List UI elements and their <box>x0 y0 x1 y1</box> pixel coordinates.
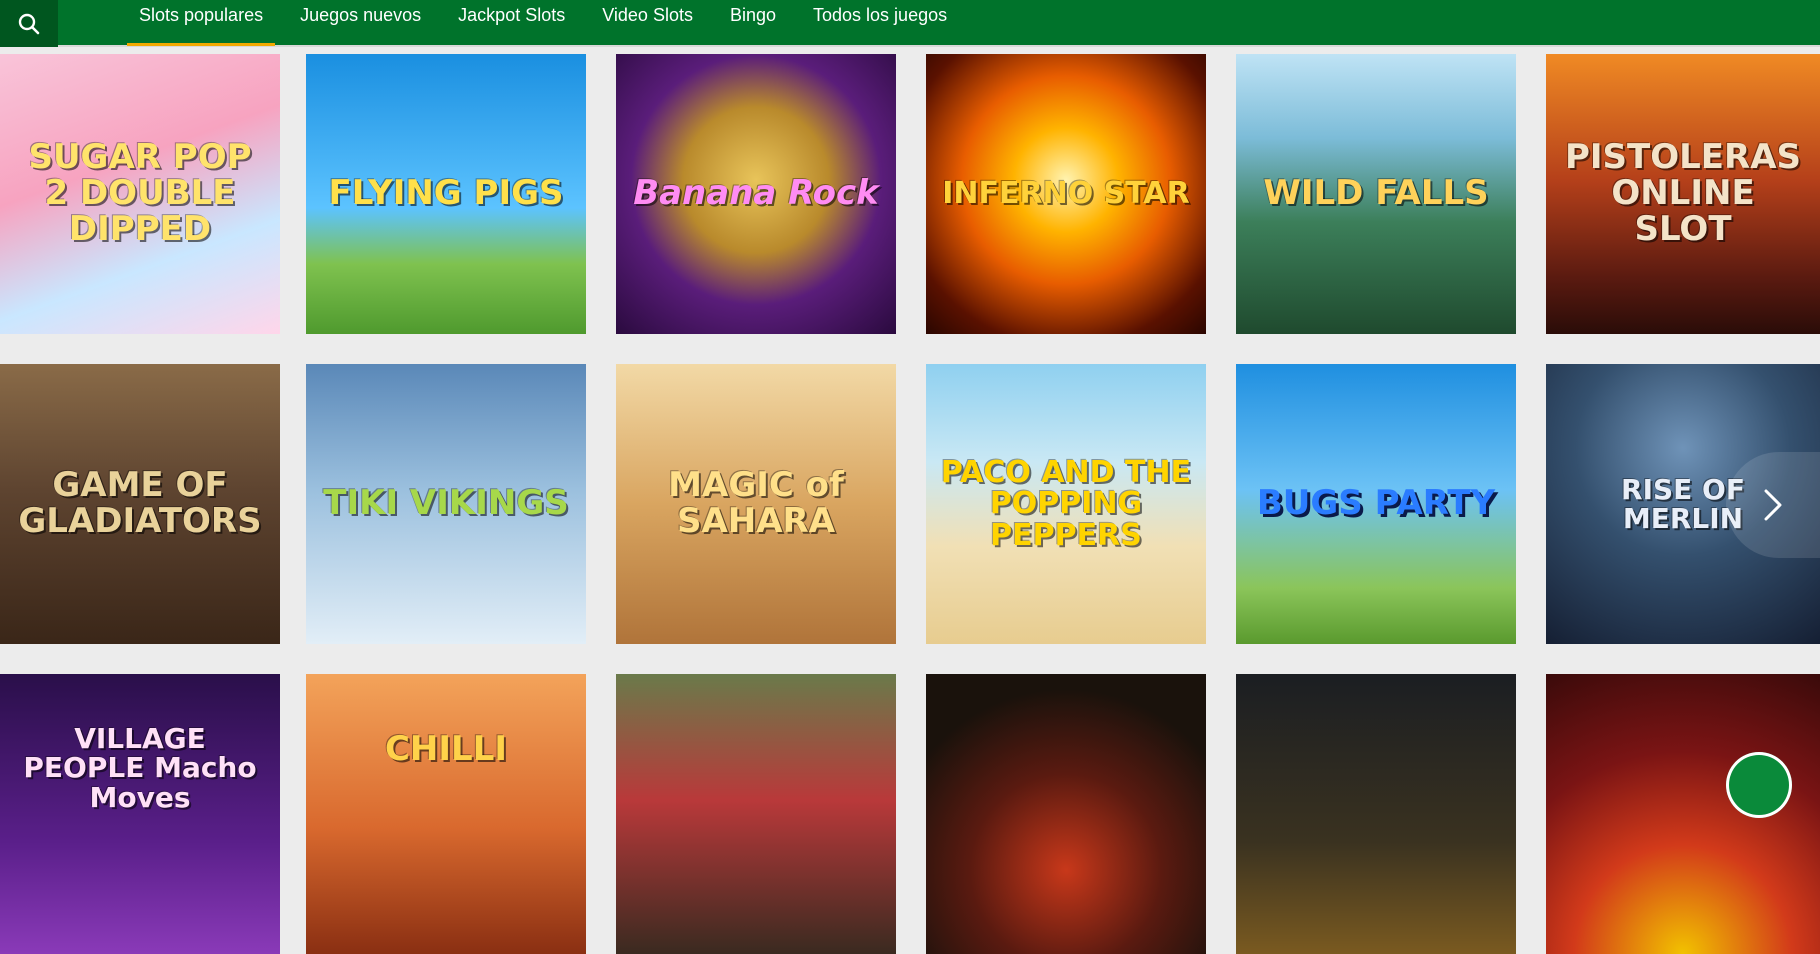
game-tile-luchador[interactable] <box>616 674 896 954</box>
game-title: FLYING PIGS <box>328 173 564 214</box>
tab-video-slots[interactable]: Video Slots <box>602 0 693 47</box>
search-icon <box>18 13 40 34</box>
game-tile-wheel[interactable] <box>1546 674 1820 954</box>
tab-slots-populares[interactable]: Slots populares <box>126 0 276 47</box>
game-tile-pharaoh[interactable] <box>1236 674 1516 954</box>
game-tile-wild-falls[interactable]: WILD FALLS <box>1236 54 1516 334</box>
game-title: SUGAR POP 2 DOUBLE DIPPED <box>28 137 252 249</box>
game-title: VILLAGE PEOPLE Macho Moves <box>23 722 257 814</box>
game-title: Banana Rock <box>633 173 879 214</box>
game-title: CHILLI <box>384 729 508 769</box>
game-title: TIKI VIKINGS <box>323 483 569 524</box>
game-title: GAME OF GLADIATORS <box>18 465 262 541</box>
game-tile-bugs-party[interactable]: BUGS PARTY <box>1236 364 1516 644</box>
chat-button[interactable] <box>1726 752 1792 818</box>
search-button[interactable] <box>0 0 58 47</box>
game-tile-game-of-gladiators[interactable]: GAME OF GLADIATORS <box>0 364 280 644</box>
tab-juegos-nuevos[interactable]: Juegos nuevos <box>300 0 421 47</box>
game-tile-banana-rock[interactable]: Banana Rock <box>616 54 896 334</box>
chevron-right-icon <box>1764 489 1782 521</box>
game-tile-magic-of-sahara[interactable]: MAGIC of SAHARA <box>616 364 896 644</box>
game-title: WILD FALLS <box>1263 173 1489 214</box>
game-tile-fire-pepper[interactable] <box>926 674 1206 954</box>
top-navigation-bar: Slots populares Juegos nuevos Jackpot Sl… <box>0 0 1820 47</box>
game-title: INFERNO STAR <box>942 176 1190 212</box>
game-tile-flying-pigs[interactable]: FLYING PIGS <box>306 54 586 334</box>
tab-bingo[interactable]: Bingo <box>730 0 776 47</box>
game-title: MAGIC of SAHARA <box>668 465 844 541</box>
game-tile-tiki-vikings[interactable]: TIKI VIKINGS <box>306 364 586 644</box>
game-tile-chilli[interactable]: CHILLI <box>306 674 586 954</box>
game-tile-inferno-star[interactable]: INFERNO STAR <box>926 54 1206 334</box>
game-tile-village-people[interactable]: VILLAGE PEOPLE Macho Moves <box>0 674 280 954</box>
game-title: PACO AND THE POPPING PEPPERS <box>940 454 1192 553</box>
game-tile-paco-popping-peppers[interactable]: PACO AND THE POPPING PEPPERS <box>926 364 1206 644</box>
game-tile-sugar-pop[interactable]: SUGAR POP 2 DOUBLE DIPPED <box>0 54 280 334</box>
tab-jackpot-slots[interactable]: Jackpot Slots <box>458 0 565 47</box>
category-tabs: Slots populares Juegos nuevos Jackpot Sl… <box>126 0 984 47</box>
game-title: BUGS PARTY <box>1256 483 1496 524</box>
game-title: PISTOLERAS ONLINE SLOT <box>1564 137 1802 249</box>
tab-todos-los-juegos[interactable]: Todos los juegos <box>813 0 947 47</box>
game-tile-pistoleras[interactable]: PISTOLERAS ONLINE SLOT <box>1546 54 1820 334</box>
